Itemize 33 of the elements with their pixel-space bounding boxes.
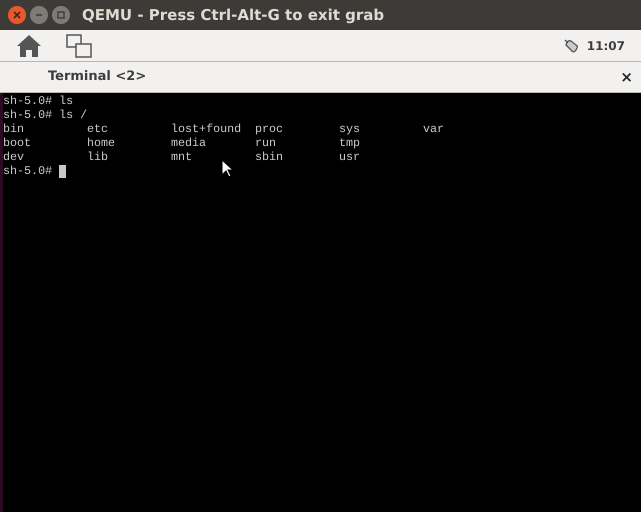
- terminal-line: sh-5.0# ls /: [3, 108, 88, 122]
- file-name: bin: [3, 122, 24, 136]
- file-name: lost+found: [171, 122, 242, 136]
- tab-title[interactable]: Terminal <2>: [48, 67, 146, 87]
- maximize-button[interactable]: [52, 6, 70, 24]
- file-name: usr: [339, 150, 360, 164]
- windows-icon[interactable]: [66, 34, 92, 58]
- maximize-icon: [57, 11, 65, 19]
- minimize-button[interactable]: [30, 6, 48, 24]
- minimize-icon: [35, 11, 43, 19]
- file-name: tmp: [339, 136, 360, 150]
- file-name: var: [423, 122, 444, 136]
- close-icon: [13, 11, 21, 19]
- file-name: lib: [87, 150, 108, 164]
- window-title: QEMU - Press Ctrl-Alt-G to exit grab: [82, 4, 384, 26]
- terminal-line: sh-5.0# ls: [3, 94, 74, 108]
- shell-prompt: sh-5.0#: [3, 164, 52, 178]
- file-name: media: [171, 136, 206, 150]
- clock: 11:07: [586, 38, 625, 54]
- file-name: mnt: [171, 150, 192, 164]
- file-name: home: [87, 136, 116, 150]
- mouse-icon[interactable]: [562, 38, 579, 54]
- file-name: proc: [255, 122, 284, 136]
- file-name: sys: [339, 122, 360, 136]
- pointer-icon: [221, 159, 233, 178]
- file-name: boot: [3, 136, 32, 150]
- home-icon[interactable]: [16, 34, 42, 58]
- file-name: dev: [3, 150, 24, 164]
- close-button[interactable]: [8, 6, 26, 24]
- file-name: sbin: [255, 150, 284, 164]
- file-name: etc: [87, 122, 108, 136]
- file-name: run: [255, 136, 276, 150]
- close-tab-button[interactable]: ×: [620, 70, 633, 84]
